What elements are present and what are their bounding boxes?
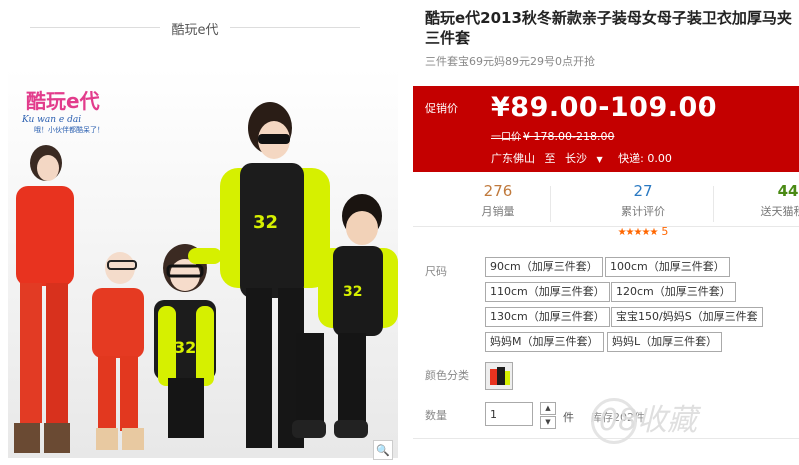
- product-gallery: 酷玩e代 酷玩e代 Ku wan e dai 哦！小伙伴都酷呆了！ 32 32 …: [0, 0, 405, 465]
- svg-text:32: 32: [343, 284, 362, 300]
- monthly-sales-count: 276: [483, 182, 513, 200]
- zoom-icon[interactable]: 🔍: [373, 440, 393, 460]
- price-panel: 促销价 ¥89.00-109.00 ▼ 一口价 ¥ 178.00-218.00 广…: [413, 86, 799, 172]
- ship-from: 广东佛山: [491, 152, 535, 165]
- tmall-points: 44 送天猫积分: [753, 182, 799, 219]
- review-count[interactable]: 27: [603, 182, 683, 200]
- ship-to-city[interactable]: 长沙: [565, 152, 587, 165]
- rating: ★★★★★ 5: [603, 220, 683, 239]
- product-stats: 276 月销量 27 累计评价 ★★★★★5 44 送天猫积分: [413, 178, 799, 238]
- express-fee: 快递: 0.00: [618, 152, 672, 165]
- store-header: 酷玩e代: [30, 17, 360, 38]
- star-icon: ★★★★★: [617, 227, 659, 238]
- shipping-info: 广东佛山 至 长沙 ▼ 快递: 0.00: [491, 150, 678, 166]
- quantity-input[interactable]: [485, 402, 533, 426]
- svg-text:酷玩e代: 酷玩e代: [26, 89, 100, 113]
- svg-text:32: 32: [253, 212, 278, 233]
- ship-to-word: 至: [544, 152, 556, 165]
- size-option[interactable]: 妈妈M（加厚三件套）: [485, 332, 604, 352]
- product-subtitle: 三件套宝69元妈89元29号0点开抢: [425, 55, 595, 68]
- promo-price-label: 促销价: [425, 102, 458, 115]
- chevron-down-icon[interactable]: ▼: [699, 104, 706, 114]
- main-product-image[interactable]: 酷玩e代 Ku wan e dai 哦！小伙伴都酷呆了！ 32 32 32: [8, 68, 398, 458]
- quantity-label: 数量: [425, 409, 447, 422]
- size-option[interactable]: 90cm（加厚三件套）: [485, 257, 603, 277]
- quantity-decrease-button[interactable]: ▼: [540, 416, 556, 429]
- store-name[interactable]: 酷玩e代: [30, 19, 360, 38]
- divider: [230, 27, 360, 28]
- brand-logo: 酷玩e代 Ku wan e dai 哦！小伙伴都酷呆了！: [21, 89, 104, 134]
- divider: [550, 186, 551, 222]
- color-label: 颜色分类: [425, 369, 469, 382]
- monthly-sales-label: 月销量: [481, 205, 515, 218]
- original-price-value: ¥ 178.00-218.00: [523, 130, 615, 143]
- original-price: 一口价 ¥ 178.00-218.00: [491, 128, 614, 143]
- size-option[interactable]: 130cm（加厚三件套）: [485, 307, 610, 327]
- svg-text:哦！小伙伴都酷呆了！: 哦！小伙伴都酷呆了！: [34, 125, 104, 134]
- color-option-thumbnail[interactable]: [485, 362, 513, 390]
- quantity-unit: 件: [563, 411, 574, 424]
- watermark: 08收藏: [599, 403, 698, 438]
- product-info: 酷玩e代2013秋冬新款亲子装母女母子装卫衣加厚马夹三件套 三件套宝69元妈89…: [413, 0, 799, 465]
- review-label[interactable]: 累计评价: [603, 203, 683, 219]
- size-option[interactable]: 宝宝150/妈妈S（加厚三件套: [611, 307, 763, 327]
- size-label: 尺码: [425, 265, 447, 278]
- ship-to-select[interactable]: 长沙 ▼: [565, 152, 609, 165]
- original-price-label: 一口价: [491, 132, 521, 143]
- review-summary[interactable]: 27 累计评价 ★★★★★ 5: [603, 182, 683, 239]
- promo-price: ¥89.00-109.00: [491, 92, 718, 123]
- points-count: 44: [777, 182, 799, 200]
- svg-text:Ku wan e dai: Ku wan e dai: [21, 115, 81, 125]
- product-title: 酷玩e代2013秋冬新款亲子装母女母子装卫衣加厚马夹三件套: [425, 9, 792, 47]
- points-label: 送天猫积分: [760, 205, 799, 218]
- quantity-increase-button[interactable]: ▲: [540, 402, 556, 415]
- chevron-down-icon[interactable]: ▼: [597, 155, 603, 164]
- size-option[interactable]: 120cm（加厚三件套）: [611, 282, 736, 302]
- size-option[interactable]: 妈妈L（加厚三件套）: [607, 332, 723, 352]
- svg-text:32: 32: [174, 338, 196, 357]
- divider: [713, 186, 714, 222]
- size-option[interactable]: 100cm（加厚三件套）: [605, 257, 730, 277]
- size-option[interactable]: 110cm（加厚三件套）: [485, 282, 610, 302]
- monthly-sales: 276 月销量: [473, 182, 523, 219]
- rating-score: 5: [661, 225, 669, 238]
